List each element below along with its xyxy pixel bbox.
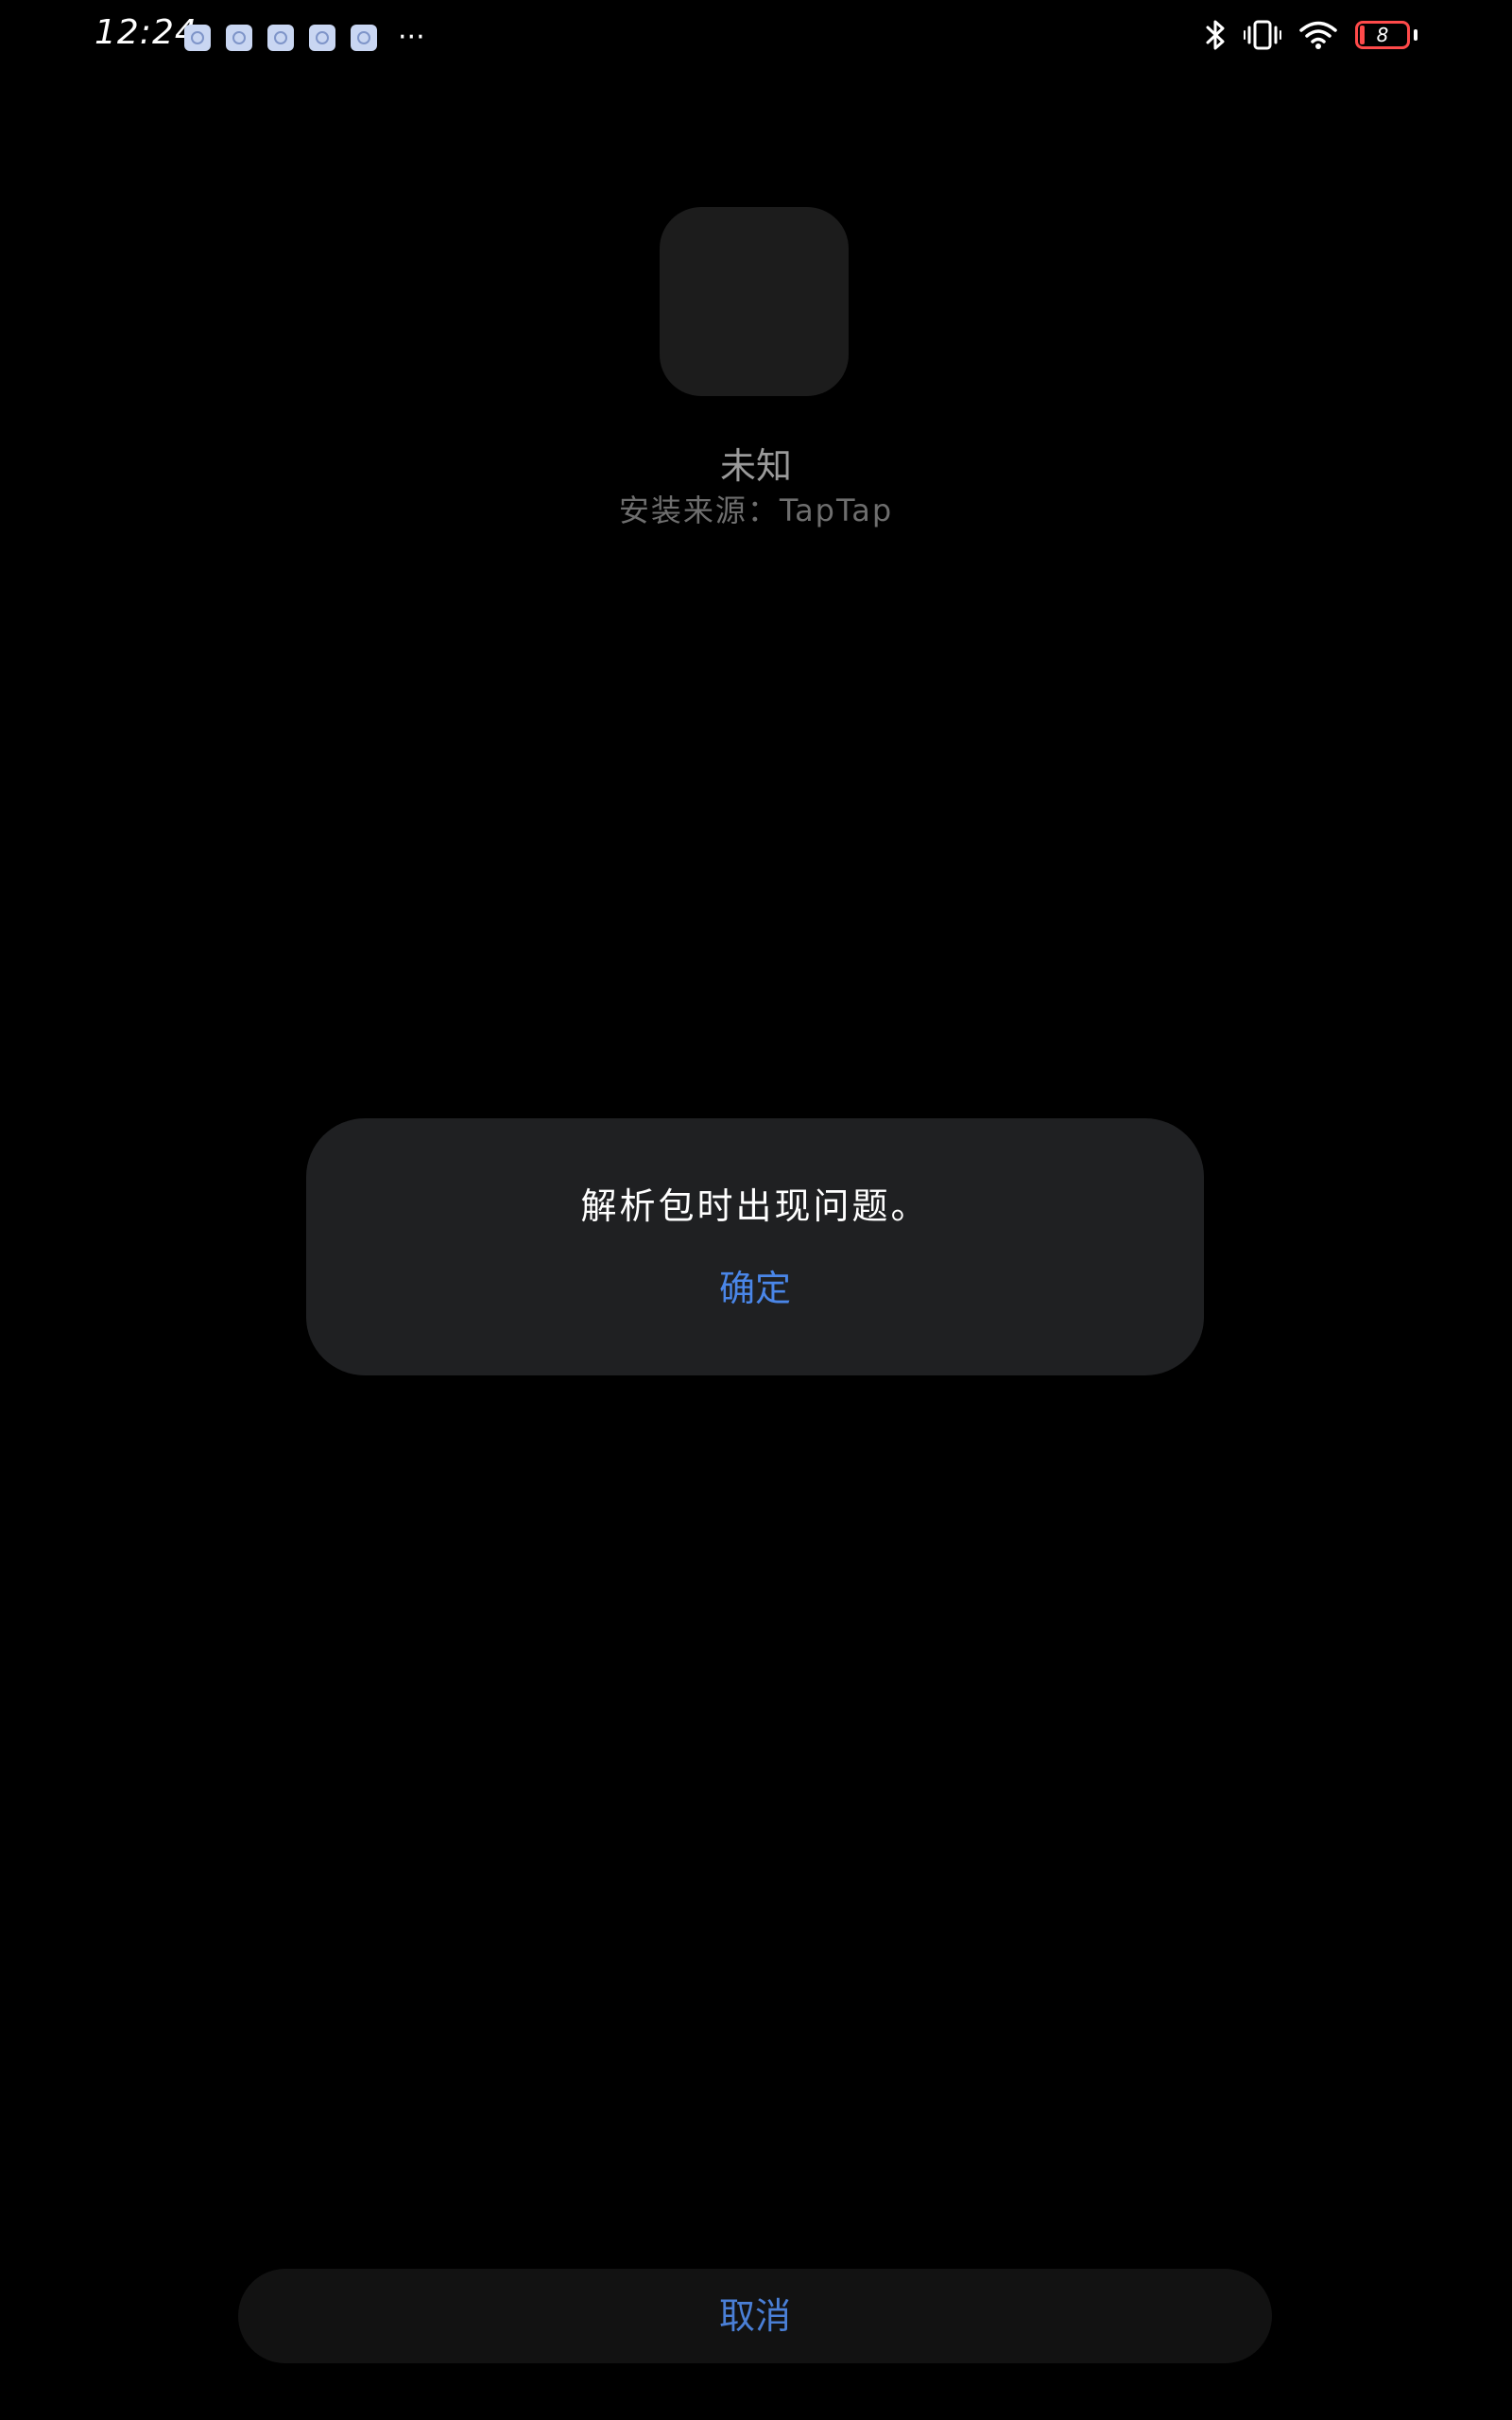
battery-icon: 8: [1355, 21, 1410, 49]
more-notifications-icon: ···: [398, 21, 425, 54]
notification-app-icon: [351, 25, 377, 51]
error-dialog: 解析包时出现问题。 确定: [306, 1118, 1204, 1375]
dialog-message: 解析包时出现问题。: [580, 1185, 930, 1227]
notification-app-icon: [226, 25, 252, 51]
battery-level: 8: [1376, 24, 1389, 46]
notification-app-icon: [309, 25, 335, 51]
app-icon-placeholder: [660, 207, 849, 396]
cancel-button[interactable]: 取消: [238, 2269, 1272, 2363]
confirm-button[interactable]: 确定: [661, 1260, 850, 1317]
app-name: 未知: [719, 445, 792, 487]
bluetooth-icon: [1206, 20, 1225, 50]
status-bar: 12:24 ··· 8: [0, 0, 1512, 76]
notification-icons: ···: [184, 21, 425, 54]
notification-app-icon: [184, 25, 211, 51]
battery-cap: [1414, 29, 1418, 41]
notification-app-icon: [267, 25, 294, 51]
status-time: 12:24: [94, 13, 198, 52]
system-icons: 8: [1204, 19, 1418, 51]
install-source: 安装来源：TapTap: [618, 493, 894, 528]
wifi-icon: [1299, 21, 1337, 49]
vibrate-icon: [1244, 20, 1281, 50]
